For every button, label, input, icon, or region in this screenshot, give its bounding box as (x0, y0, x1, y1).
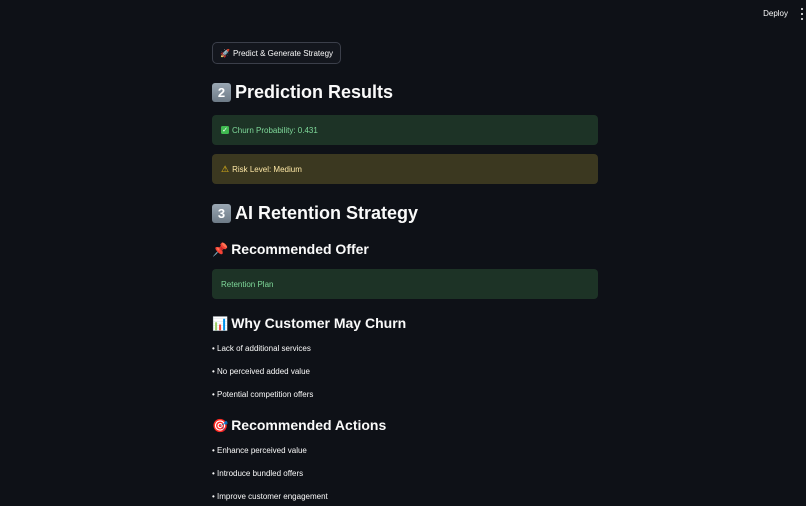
bar-chart-icon: 📊 (212, 315, 229, 331)
recommended-offer-title: Recommended Offer (231, 241, 369, 257)
prediction-results-title: Prediction Results (235, 82, 394, 102)
deploy-button[interactable]: Deploy (763, 9, 788, 18)
recommended-actions-title: Recommended Actions (231, 417, 387, 433)
main-menu-icon[interactable] (799, 8, 805, 20)
action-item: • Improve customer engagement (212, 492, 328, 501)
warning-icon: ⚠ (221, 163, 230, 174)
check-mark-icon: ✓ (221, 126, 229, 134)
churn-probability-text: Churn Probability: 0.431 (232, 125, 318, 135)
keycap-two-icon: 2 (212, 83, 231, 102)
recommended-actions-heading: 🎯 Recommended Actions (212, 417, 386, 433)
churn-reason-item: • Lack of additional services (212, 344, 311, 353)
menu-dot (801, 8, 803, 10)
risk-level-alert: ⚠ Risk Level: Medium (212, 154, 598, 184)
menu-dot (801, 18, 803, 20)
churn-reasons-heading: 📊 Why Customer May Churn (212, 315, 406, 331)
action-item: • Introduce bundled offers (212, 469, 304, 478)
keycap-three-icon: 3 (212, 204, 231, 223)
action-item: • Enhance perceived value (212, 446, 307, 455)
recommended-offer-heading: 📌 Recommended Offer (212, 241, 369, 257)
risk-level-text: Risk Level: Medium (232, 164, 302, 174)
churn-reason-item: • No perceived added value (212, 367, 310, 376)
rocket-icon: 🚀 (220, 48, 230, 58)
ai-retention-strategy-heading: 3 AI Retention Strategy (212, 203, 418, 224)
pushpin-icon: 📌 (212, 241, 229, 257)
predict-generate-button[interactable]: 🚀 Predict & Generate Strategy (212, 42, 342, 64)
predict-button-label: Predict & Generate Strategy (232, 48, 334, 58)
top-toolbar: Deploy (0, 0, 806, 30)
menu-dot (801, 13, 803, 15)
recommended-offer-value: Retention Plan (221, 279, 274, 289)
target-icon: 🎯 (212, 417, 229, 433)
churn-probability-alert: ✓ Churn Probability: 0.431 (212, 115, 598, 145)
ai-retention-strategy-title: AI Retention Strategy (235, 203, 419, 223)
prediction-results-heading: 2 Prediction Results (212, 82, 393, 103)
churn-reason-item: • Potential competition offers (212, 390, 314, 399)
recommended-offer-box: Retention Plan (212, 269, 598, 299)
churn-reasons-title: Why Customer May Churn (231, 315, 407, 331)
